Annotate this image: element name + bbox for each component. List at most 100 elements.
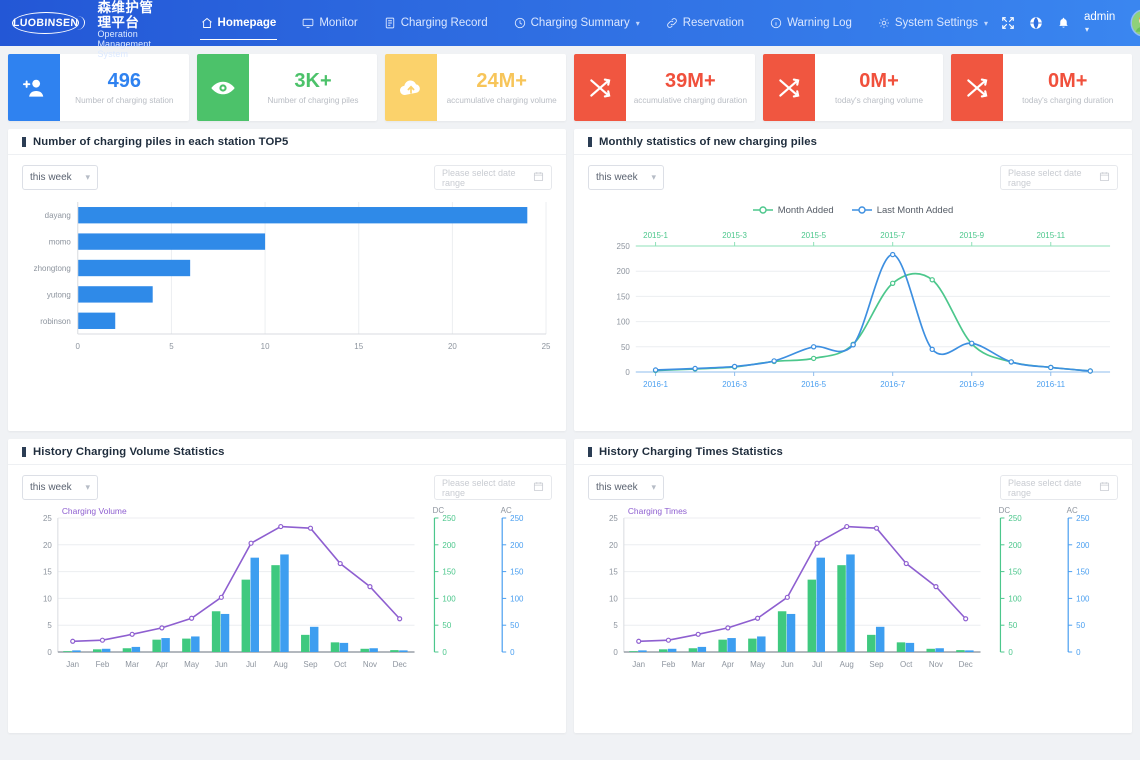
- kpi-card-charging-piles[interactable]: 3K+ Number of charging piles: [196, 54, 378, 121]
- panel-title: History Charging Volume Statistics: [33, 445, 225, 458]
- daterange-input[interactable]: Please select date range: [434, 475, 552, 500]
- panel-marker-icon: [22, 136, 26, 147]
- svg-text:50: 50: [1076, 621, 1085, 630]
- chevron-down-icon: ▾: [85, 482, 90, 492]
- kpi-value: 0M+: [1047, 70, 1088, 92]
- svg-text:250: 250: [1076, 514, 1090, 523]
- svg-text:150: 150: [510, 568, 524, 577]
- main-nav: Homepage Monitor Charging Record Chargin…: [188, 0, 1001, 46]
- panel-title: Monthly statistics of new charging piles: [599, 135, 818, 148]
- calendar-icon: [533, 171, 544, 184]
- nav-item-system-settings[interactable]: System Settings ▾: [865, 0, 1001, 46]
- chart-legend: Month Added Last Month Added: [574, 200, 1132, 220]
- nav-item-charging-summary[interactable]: Charging Summary ▾: [501, 0, 653, 46]
- kpi-card-accumulative-volume[interactable]: 24M+ accumulative charging volume: [385, 54, 567, 121]
- calendar-icon: [1099, 171, 1110, 184]
- nav-label: Charging Record: [400, 17, 488, 29]
- daterange-placeholder: Please select date range: [1008, 167, 1082, 188]
- eye-icon: [196, 54, 249, 121]
- svg-text:10: 10: [43, 594, 52, 603]
- kpi-card-today-duration[interactable]: 0M+ today's charging duration: [951, 54, 1133, 121]
- svg-text:200: 200: [617, 267, 631, 276]
- globe-icon[interactable]: [1029, 16, 1043, 30]
- chevron-down-icon: ▾: [651, 482, 656, 492]
- period-select[interactable]: this week ▾: [588, 165, 664, 190]
- daterange-input[interactable]: Please select date range: [1000, 165, 1118, 190]
- svg-text:Charging Volume: Charging Volume: [62, 506, 127, 516]
- shuffle-icon: [951, 54, 1004, 121]
- svg-text:5: 5: [169, 342, 174, 351]
- brand-title-en: Operation Management System: [97, 29, 151, 59]
- svg-text:200: 200: [1076, 541, 1090, 550]
- period-select[interactable]: this week ▾: [22, 475, 98, 500]
- brand-title: 大连罗宾森维护管理平台 Operation Management System: [97, 0, 161, 59]
- nav-item-charging-record[interactable]: Charging Record: [371, 0, 501, 46]
- svg-text:0: 0: [76, 342, 81, 351]
- user-menu[interactable]: admin ▾: [1084, 11, 1118, 35]
- svg-text:100: 100: [510, 594, 524, 603]
- kpi-body: 24M+ accumulative charging volume: [437, 54, 566, 121]
- svg-text:yutong: yutong: [47, 290, 71, 299]
- gear-icon: [878, 17, 890, 29]
- svg-text:25: 25: [43, 514, 52, 523]
- svg-text:Apr: Apr: [722, 660, 735, 669]
- panel-history-charging-volume: History Charging Volume Statistics this …: [8, 439, 566, 733]
- logo-mark-icon: LUOBINSEN: [11, 12, 81, 34]
- link-icon: [666, 17, 678, 29]
- cloud-upload-icon: [385, 54, 438, 121]
- kpi-card-accumulative-duration[interactable]: 39M+ accumulative charging duration: [574, 54, 755, 121]
- svg-text:200: 200: [510, 541, 524, 550]
- legend-item-last-month-added[interactable]: Last Month Added: [851, 205, 953, 216]
- svg-text:Aug: Aug: [840, 660, 854, 669]
- daterange-input[interactable]: Please select date range: [434, 165, 552, 190]
- nav-item-monitor[interactable]: Monitor: [289, 0, 370, 46]
- svg-text:Aug: Aug: [274, 660, 288, 669]
- chevron-down-icon: ▾: [85, 172, 90, 182]
- period-select[interactable]: this week ▾: [22, 165, 98, 190]
- kpi-label: today's charging duration: [1022, 96, 1114, 105]
- svg-text:250: 250: [617, 242, 631, 251]
- nav-label: System Settings: [894, 17, 978, 29]
- chevron-down-icon: ▾: [635, 18, 640, 28]
- daterange-input[interactable]: Please select date range: [1000, 475, 1118, 500]
- avatar[interactable]: [1132, 11, 1140, 35]
- svg-text:200: 200: [1008, 541, 1022, 550]
- daterange-placeholder: Please select date range: [442, 167, 516, 188]
- shuffle-icon: [574, 54, 627, 121]
- panel-toolbar: this week ▾ Please select date range: [574, 155, 1132, 190]
- kpi-value: 496: [107, 70, 142, 92]
- info-icon: [770, 17, 782, 29]
- panel-title: History Charging Times Statistics: [599, 445, 783, 458]
- bar-chart-svg: dayang momo zhongtong yutong robinson 0 5 10 15…: [34, 202, 551, 351]
- nav-item-reservation[interactable]: Reservation: [653, 0, 757, 46]
- svg-text:momo: momo: [49, 238, 72, 247]
- svg-text:Nov: Nov: [363, 660, 377, 669]
- brand-title-cn: 大连罗宾森维护管理平台: [97, 0, 154, 30]
- kpi-body: 3K+ Number of charging piles: [249, 54, 378, 121]
- kpi-card-today-volume[interactable]: 0M+ today's charging volume: [762, 54, 944, 121]
- svg-text:Oct: Oct: [334, 660, 347, 669]
- chart-monthly-new-piles: 0 50 100 150 200 250 2015-1 2015-3 2015-5 2015-7…: [574, 220, 1132, 431]
- kpi-label: today's charging volume: [835, 96, 924, 105]
- legend-item-month-added[interactable]: Month Added: [752, 205, 834, 216]
- svg-text:50: 50: [1008, 621, 1017, 630]
- brand-logo[interactable]: LUOBINSEN 大连罗宾森维护管理平台 Operation Manageme…: [11, 0, 162, 59]
- kpi-value: 3K+: [294, 70, 332, 92]
- svg-text:150: 150: [442, 568, 456, 577]
- bell-icon[interactable]: [1057, 16, 1070, 30]
- chart-history-charging-volume: 0 5 10 15 20 25 Charging Volume Jan Feb Mar Apr May…: [8, 500, 566, 733]
- calendar-icon: [533, 481, 544, 494]
- svg-text:Dec: Dec: [393, 660, 407, 669]
- nav-item-homepage[interactable]: Homepage: [188, 0, 290, 46]
- nav-item-warning-log[interactable]: Warning Log: [757, 0, 865, 46]
- svg-text:2016-7: 2016-7: [880, 380, 905, 389]
- svg-text:Charging Times: Charging Times: [628, 506, 687, 516]
- period-select[interactable]: this week ▾: [588, 475, 664, 500]
- kpi-body: 0M+ today's charging volume: [815, 54, 944, 121]
- svg-text:zhongtong: zhongtong: [34, 264, 71, 273]
- svg-text:0: 0: [613, 648, 618, 657]
- kpi-card-charging-station[interactable]: 496 Number of charging station: [8, 54, 189, 121]
- svg-text:5: 5: [47, 621, 52, 630]
- svg-text:20: 20: [43, 541, 52, 550]
- fullscreen-icon[interactable]: [1001, 16, 1015, 30]
